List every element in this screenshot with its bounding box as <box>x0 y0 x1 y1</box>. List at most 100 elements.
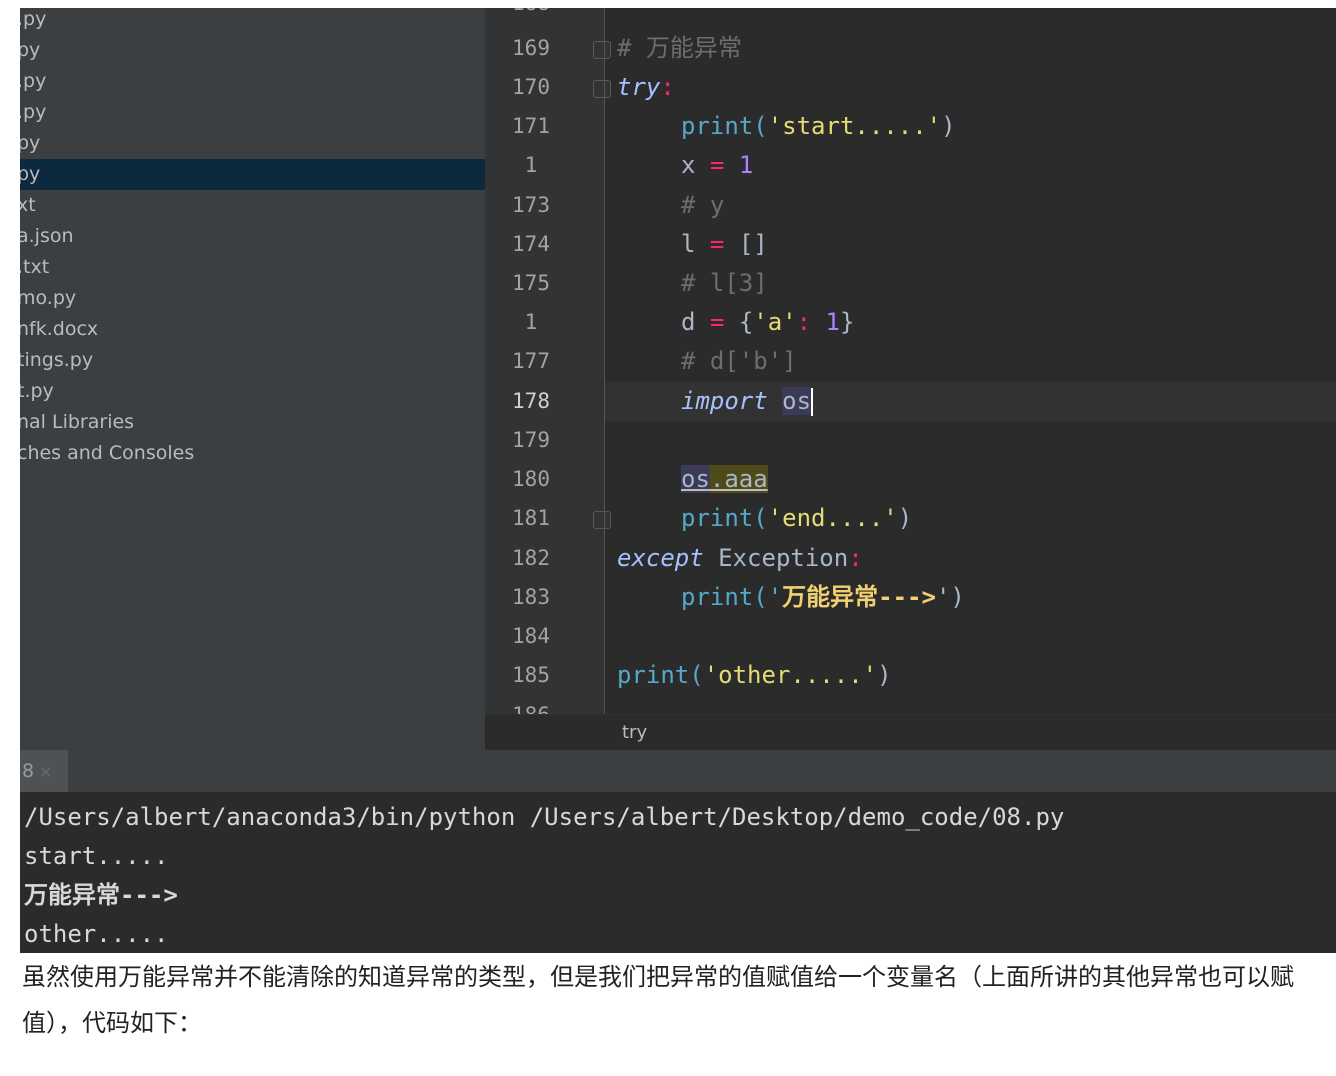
punct: ( <box>753 504 768 532</box>
variable: x <box>681 151 696 179</box>
code-line: 170 try: <box>485 68 1336 107</box>
code-line: 169 # 万能异常 <box>485 29 1336 68</box>
comment: # y <box>681 191 725 219</box>
console-line: other..... <box>24 920 169 948</box>
code-line: 175 # l[3] <box>485 264 1336 303</box>
breadcrumb-item[interactable]: try <box>622 715 647 751</box>
operator: = <box>709 308 725 336</box>
punct: ) <box>877 661 892 689</box>
code-line: 186 <box>485 696 1336 714</box>
line-number: 169 <box>512 36 550 60</box>
tree-item-label: .py <box>20 70 47 92</box>
tree-item[interactable]: py <box>20 128 485 159</box>
punct: } <box>839 308 855 336</box>
tree-item[interactable]: py <box>20 35 485 66</box>
tree-item[interactable]: .py <box>20 66 485 97</box>
code-text: print('start.....') <box>681 107 956 146</box>
number: 1 <box>738 151 754 179</box>
code-text: # 万能异常 <box>617 29 742 68</box>
line-number: 186 <box>485 696 577 714</box>
run-tab[interactable]: 8 × <box>20 750 68 792</box>
code-line: 182 except Exception: <box>485 539 1336 578</box>
function: print <box>681 583 754 611</box>
line-number: 170 <box>512 75 550 99</box>
tree-item-label: t.py <box>20 380 54 402</box>
function: print <box>617 661 690 689</box>
code-editor[interactable]: 168 169 # 万能异常 170 try: 171 print('start… <box>485 8 1336 751</box>
tree-item[interactable]: t.py <box>20 376 485 407</box>
string: 'other.....' <box>703 661 878 689</box>
line-number: 171 <box>512 114 550 138</box>
line-number: 184 <box>512 624 550 648</box>
tree-item[interactable]: a.json <box>20 221 485 252</box>
fold-icon[interactable] <box>593 80 611 98</box>
line-number: 183 <box>512 585 550 609</box>
console-line: 万能异常---> <box>24 881 178 909</box>
code-line: 179 <box>485 421 1336 460</box>
variable: l <box>681 230 696 258</box>
code-line: 180 os.aaa <box>485 460 1336 499</box>
tree-item-scratches[interactable]: ches and Consoles <box>20 438 485 469</box>
tree-item-label: .py <box>20 8 47 30</box>
code-line: 181 print('end....') <box>485 499 1336 538</box>
tree-item-label: ches and Consoles <box>20 442 195 464</box>
line-number: 1 <box>524 310 538 334</box>
fold-icon[interactable] <box>593 41 611 59</box>
variable: d <box>681 308 696 336</box>
tree-item[interactable]: nfk.docx <box>20 314 485 345</box>
tree-item-label: .txt <box>20 256 50 278</box>
tree-item[interactable]: .py <box>20 8 485 35</box>
punct: (' <box>753 583 783 611</box>
code-line: 168 <box>485 8 1336 23</box>
line-number: 173 <box>512 193 550 217</box>
line-number: 181 <box>512 506 550 530</box>
punct: ( <box>753 112 768 140</box>
code-line-current: 178 import os <box>485 382 1336 421</box>
code-line: 173 # y <box>485 186 1336 225</box>
article-paragraph: 虽然使用万能异常并不能清除的知道异常的类型，但是我们把异常的值赋值给一个变量名（… <box>22 963 1294 1037</box>
keyword: try <box>617 73 661 101</box>
line-number: 182 <box>512 546 550 570</box>
fold-icon[interactable] <box>593 511 611 529</box>
code-line: 185 print('other.....') <box>485 656 1336 695</box>
run-console[interactable]: /Users/albert/anaconda3/bin/python /User… <box>20 792 1336 953</box>
punct: ( <box>689 661 704 689</box>
tree-item-external-libraries[interactable]: nal Libraries <box>20 407 485 438</box>
tree-item[interactable]: xt <box>20 190 485 221</box>
code-line: 184 <box>485 617 1336 656</box>
code-text: print('万能异常--->') <box>681 578 965 617</box>
string: 'a' <box>753 308 797 336</box>
punct: : <box>848 544 863 572</box>
line-number: 179 <box>512 428 550 452</box>
code-text: print('end....') <box>681 499 912 538</box>
comment: # d['b'] <box>681 347 797 375</box>
tree-item-label: a.json <box>20 225 74 247</box>
text-caret <box>811 388 814 416</box>
tree-item[interactable]: .txt <box>20 252 485 283</box>
function: print <box>681 504 754 532</box>
tree-item-label: py <box>20 39 41 61</box>
module-name: os <box>681 465 710 493</box>
tree-item-label: nal Libraries <box>20 411 135 433</box>
tree-item[interactable]: .py <box>20 97 485 128</box>
tree-item[interactable]: mo.py <box>20 283 485 314</box>
code-text: l = [] <box>681 225 768 264</box>
attribute-access: .aaa <box>709 465 768 493</box>
tree-item-label: tings.py <box>20 349 94 371</box>
run-tab-bar: 8 × <box>20 750 1336 792</box>
code-line: 1 d = {'a': 1} <box>485 303 1336 342</box>
close-icon[interactable]: × <box>34 762 52 781</box>
code-line: 1 x = 1 <box>485 146 1336 185</box>
code-line: 177 # d['b'] <box>485 342 1336 381</box>
tree-item[interactable]: tings.py <box>20 345 485 376</box>
number: 1 <box>825 308 840 336</box>
code-text: # y <box>681 186 724 225</box>
code-text: except Exception: <box>617 539 863 578</box>
punct: : <box>796 308 812 336</box>
string: 万能异常---> <box>782 583 936 611</box>
code-text: x = 1 <box>681 146 753 185</box>
code-text: # l[3] <box>681 264 768 303</box>
line-number: 1 <box>524 153 538 177</box>
line-number: 175 <box>512 271 550 295</box>
tree-item-selected[interactable]: py <box>20 159 485 190</box>
